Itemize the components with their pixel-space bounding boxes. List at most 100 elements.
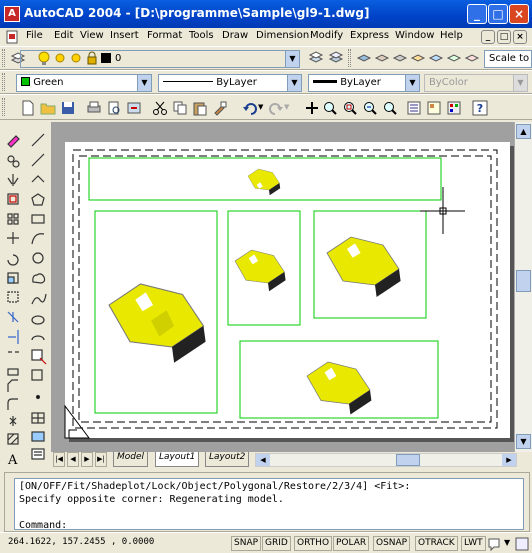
design-center-icon[interactable] <box>426 100 442 116</box>
paper-space-sheet[interactable] <box>65 142 510 438</box>
layer-isolate-icon[interactable] <box>374 50 390 66</box>
horizontal-scrollbar[interactable]: ◀ ▶ <box>255 453 517 467</box>
text-icon[interactable]: A <box>7 453 18 468</box>
tab-layout2[interactable]: Layout2 <box>205 452 250 467</box>
table-icon[interactable] <box>31 412 45 424</box>
layer-freeze-icon[interactable] <box>428 50 444 66</box>
trim-icon[interactable] <box>7 311 19 323</box>
zoom-window-icon[interactable] <box>342 100 358 116</box>
menu-modify[interactable]: Modify <box>310 30 343 41</box>
scroll-right-arrow[interactable]: ▶ <box>502 454 516 466</box>
tool-palettes-icon[interactable] <box>446 100 462 116</box>
paste-icon[interactable] <box>192 100 208 116</box>
menu-tools[interactable]: Tools <box>189 30 214 41</box>
close-button[interactable]: × <box>509 4 529 24</box>
tab-layout1[interactable]: Layout1 <box>155 452 200 467</box>
copy-object-icon[interactable] <box>7 155 20 168</box>
doc-minimize-button[interactable]: _ <box>481 30 495 44</box>
otrack-toggle[interactable]: OTRACK <box>415 536 458 551</box>
move-icon[interactable] <box>7 232 19 244</box>
scale-icon[interactable] <box>7 272 19 284</box>
grid-toggle[interactable]: GRID <box>262 536 291 551</box>
scroll-thumb[interactable] <box>516 270 531 292</box>
hatch-icon[interactable] <box>7 433 19 445</box>
toolbar-grip[interactable] <box>2 98 5 116</box>
print-preview-icon[interactable] <box>106 100 122 116</box>
menu-edit[interactable]: Edit <box>54 30 73 41</box>
lwt-toggle[interactable]: LWT <box>461 536 486 551</box>
next-tab-button[interactable]: ▶ <box>81 452 93 467</box>
command-window[interactable]: [ON/OFF/Fit/Shadeplot/Lock/Object/Polygo… <box>14 478 524 531</box>
help-icon[interactable]: ? <box>472 100 488 116</box>
make-current-layer-icon[interactable] <box>308 50 324 66</box>
menu-format[interactable]: Format <box>147 30 182 41</box>
spline-icon[interactable] <box>31 293 47 305</box>
layer-lock-icon[interactable] <box>410 50 426 66</box>
linetype-dropdown[interactable]: ByLayer ▼ <box>158 74 302 92</box>
vertical-scrollbar[interactable]: ▲ ▼ <box>514 122 532 452</box>
lineweight-dropdown[interactable]: ByLayer ▼ <box>308 74 420 92</box>
new-file-icon[interactable] <box>20 100 36 116</box>
tab-model[interactable]: Model <box>113 452 149 467</box>
status-menu-arrow[interactable]: ▼ <box>504 538 510 547</box>
line-icon[interactable] <box>31 133 45 147</box>
color-dropdown[interactable]: Green ▼ <box>16 74 152 92</box>
menu-express[interactable]: Express <box>350 30 389 41</box>
color-dropdown-arrow[interactable]: ▼ <box>137 75 151 91</box>
ellipse-icon[interactable] <box>31 315 45 325</box>
toolbar-grip[interactable] <box>348 49 351 67</box>
menu-draw[interactable]: Draw <box>222 30 248 41</box>
autocad-icon[interactable]: A <box>4 6 20 22</box>
menu-help[interactable]: Help <box>440 30 463 41</box>
hscroll-thumb[interactable] <box>396 454 420 466</box>
prev-tab-button[interactable]: ◀ <box>67 452 79 467</box>
construction-line-icon[interactable] <box>31 153 45 167</box>
menu-insert[interactable]: Insert <box>110 30 139 41</box>
scroll-left-arrow[interactable]: ◀ <box>256 454 270 466</box>
mirror-icon[interactable] <box>7 174 19 186</box>
save-icon[interactable] <box>60 100 76 116</box>
layer-match-icon[interactable] <box>446 50 462 66</box>
pan-icon[interactable] <box>304 100 320 116</box>
zoom-realtime-icon[interactable] <box>322 100 338 116</box>
undo-icon[interactable] <box>242 100 258 116</box>
match-properties-icon[interactable] <box>212 100 228 116</box>
rotate-icon[interactable] <box>7 254 19 266</box>
linetype-dropdown-arrow[interactable]: ▼ <box>287 75 301 91</box>
snap-toggle[interactable]: SNAP <box>231 536 262 551</box>
coordinate-display[interactable]: 264.1622, 157.2455 , 0.0000 <box>8 537 154 547</box>
maximize-button[interactable]: □ <box>488 4 508 24</box>
publish-icon[interactable] <box>126 100 142 116</box>
polygon-icon[interactable] <box>31 193 45 206</box>
zoom-previous-icon[interactable] <box>362 100 378 116</box>
scroll-down-arrow[interactable]: ▼ <box>516 434 531 449</box>
properties-icon[interactable] <box>406 100 422 116</box>
region-icon[interactable] <box>31 431 45 442</box>
redo-icon[interactable] <box>268 100 284 116</box>
open-folder-icon[interactable] <box>40 100 56 116</box>
minimize-button[interactable]: _ <box>467 4 487 24</box>
make-block-icon[interactable] <box>31 369 43 381</box>
ortho-toggle[interactable]: ORTHO <box>294 536 333 551</box>
copy-icon[interactable] <box>172 100 188 116</box>
arc-icon[interactable] <box>31 233 45 245</box>
document-icon[interactable] <box>4 29 20 45</box>
array-icon[interactable] <box>7 213 19 225</box>
layer-state-icon[interactable] <box>356 50 372 66</box>
toolbar-grip[interactable] <box>2 73 5 91</box>
layer-dropdown[interactable]: 0 ▼ <box>20 50 300 68</box>
last-tab-button[interactable]: ▶| <box>95 452 107 467</box>
layer-previous-icon[interactable] <box>328 50 344 66</box>
circle-icon[interactable] <box>32 252 44 264</box>
rectangle-icon[interactable] <box>31 214 45 224</box>
join-icon[interactable] <box>7 368 19 376</box>
drawing-area[interactable] <box>51 122 514 452</box>
revision-cloud-icon[interactable] <box>32 273 46 284</box>
erase-icon[interactable] <box>7 135 20 148</box>
menu-file[interactable]: File <box>26 30 43 41</box>
scale-dropdown[interactable]: Scale to fit <box>484 50 532 68</box>
undo-dropdown-arrow[interactable]: ▼ <box>258 103 263 111</box>
doc-maximize-button[interactable]: □ <box>497 30 511 44</box>
fillet-icon[interactable] <box>7 398 18 410</box>
insert-block-icon[interactable] <box>31 349 47 365</box>
